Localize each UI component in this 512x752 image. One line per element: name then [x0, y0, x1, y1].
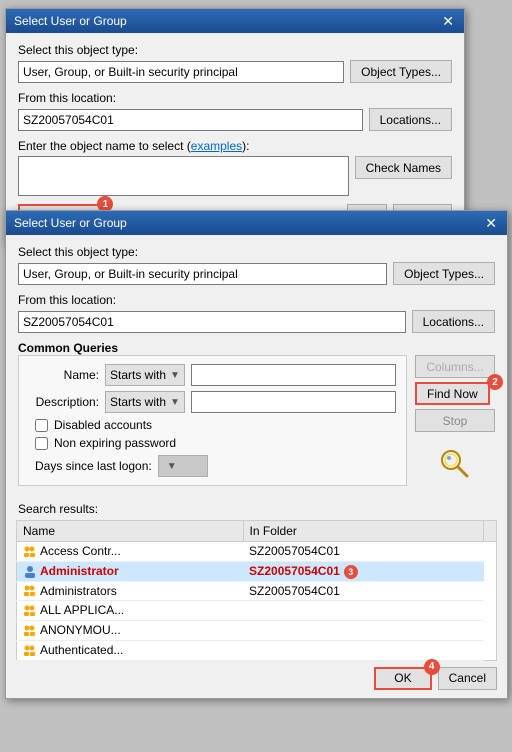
days-dropdown-arrow: ▼ — [167, 461, 177, 472]
search-results-label: Search results: — [18, 502, 98, 516]
find-now-wrapper: 2 Find Now — [415, 382, 495, 405]
cancel-button-2[interactable]: Cancel — [438, 667, 497, 690]
results-table: Name In Folder Access Contr... SZ20057054… — [16, 520, 497, 661]
non-expiring-label: Non expiring password — [54, 436, 176, 450]
result-name: Access Contr... — [40, 544, 121, 558]
stop-button[interactable]: Stop — [415, 409, 495, 432]
ok-btn-wrapper: 4 OK — [374, 667, 431, 690]
location-label-2: From this location: — [18, 293, 495, 307]
locations-button-2[interactable]: Locations... — [412, 310, 495, 333]
right-button-panel: Columns... 2 Find Now Stop — [415, 355, 495, 494]
col-folder-header[interactable]: In Folder — [243, 521, 483, 542]
object-name-input-1[interactable] — [18, 156, 349, 196]
col-scroll-header — [484, 521, 497, 542]
name-dropdown-arrow: ▼ — [170, 370, 180, 381]
result-folder — [243, 641, 483, 661]
result-folder — [243, 601, 483, 621]
locations-button-1[interactable]: Locations... — [369, 108, 452, 131]
result-name: Authenticated... — [40, 643, 123, 657]
object-type-label-1: Select this object type: — [18, 43, 452, 57]
common-queries-label: Common Queries — [18, 341, 118, 355]
disabled-accounts-label: Disabled accounts — [54, 418, 152, 432]
group-icon — [23, 584, 37, 598]
group-icon — [23, 545, 37, 559]
badge-4: 4 — [424, 659, 440, 675]
desc-dropdown-arrow: ▼ — [170, 397, 180, 408]
object-type-input-1[interactable] — [18, 61, 344, 83]
table-row[interactable]: ALL APPLICA... — [17, 601, 497, 621]
dialog-1-titlebar: Select User or Group ✕ — [6, 9, 464, 33]
disabled-accounts-checkbox[interactable] — [35, 419, 48, 432]
name-query-input[interactable] — [191, 364, 396, 386]
search-magnifier-icon — [437, 446, 473, 482]
desc-starts-with-label: Starts with — [110, 395, 166, 409]
result-folder — [243, 621, 483, 641]
days-label: Days since last logon: — [35, 459, 152, 473]
group-icon — [23, 644, 37, 658]
ok-button-2[interactable]: OK — [374, 667, 431, 690]
result-folder: SZ20057054C01 — [243, 542, 483, 562]
result-folder: SZ20057054C01 — [243, 581, 483, 601]
dialog-2-footer: 4 OK Cancel — [6, 661, 507, 698]
result-name: Administrator — [40, 564, 119, 578]
user-icon — [23, 565, 37, 579]
dialog-select-user-2: Select User or Group ✕ Select this objec… — [5, 210, 508, 699]
table-row[interactable]: Access Contr... SZ20057054C01 — [17, 542, 497, 562]
location-input-2[interactable] — [18, 311, 406, 333]
results-area: Name In Folder Access Contr... SZ20057054… — [16, 520, 497, 661]
table-row[interactable]: Authenticated... — [17, 641, 497, 661]
days-dropdown[interactable]: ▼ — [158, 455, 208, 477]
dialog-1-close-button[interactable]: ✕ — [440, 14, 456, 28]
col-name-header[interactable]: Name — [17, 521, 244, 542]
badge-2: 2 — [487, 374, 503, 390]
enter-name-label-1: Enter the object name to select (example… — [18, 139, 452, 153]
table-row[interactable]: ANONYMOU... — [17, 621, 497, 641]
object-type-input-2[interactable] — [18, 263, 387, 285]
dialog-2-titlebar: Select User or Group ✕ — [6, 211, 507, 235]
object-types-button-1[interactable]: Object Types... — [350, 60, 452, 83]
result-name: Administrators — [40, 584, 117, 598]
dialog-2-close-button[interactable]: ✕ — [483, 216, 499, 230]
check-names-button-1[interactable]: Check Names — [355, 156, 452, 179]
examples-link-1[interactable]: examples — [191, 139, 242, 153]
location-input-1[interactable] — [18, 109, 363, 131]
dialog-1-title: Select User or Group — [14, 14, 127, 28]
location-label-1: From this location: — [18, 91, 452, 105]
find-now-button[interactable]: Find Now — [415, 382, 490, 405]
name-starts-with-dropdown[interactable]: Starts with ▼ — [105, 364, 185, 386]
description-label: Description: — [29, 395, 99, 409]
result-name: ALL APPLICA... — [40, 603, 124, 617]
desc-query-input[interactable] — [191, 391, 396, 413]
result-name: ANONYMOU... — [40, 623, 121, 637]
desc-starts-with-dropdown[interactable]: Starts with ▼ — [105, 391, 185, 413]
dialog-2-title: Select User or Group — [14, 216, 127, 230]
columns-button[interactable]: Columns... — [415, 355, 495, 378]
dialog-select-user-1: Select User or Group ✕ Select this objec… — [5, 8, 465, 244]
group-icon — [23, 604, 37, 618]
table-row[interactable]: Administrator SZ20057054C013 — [17, 561, 497, 581]
object-types-button-2[interactable]: Object Types... — [393, 262, 495, 285]
search-icon-area — [415, 446, 495, 482]
non-expiring-checkbox[interactable] — [35, 437, 48, 450]
badge-3: 3 — [344, 565, 358, 579]
name-starts-with-label: Starts with — [110, 368, 166, 382]
group-icon — [23, 624, 37, 638]
name-label: Name: — [29, 368, 99, 382]
object-type-label-2: Select this object type: — [18, 245, 495, 259]
result-folder: SZ20057054C013 — [243, 561, 483, 581]
table-row[interactable]: Administrators SZ20057054C01 — [17, 581, 497, 601]
